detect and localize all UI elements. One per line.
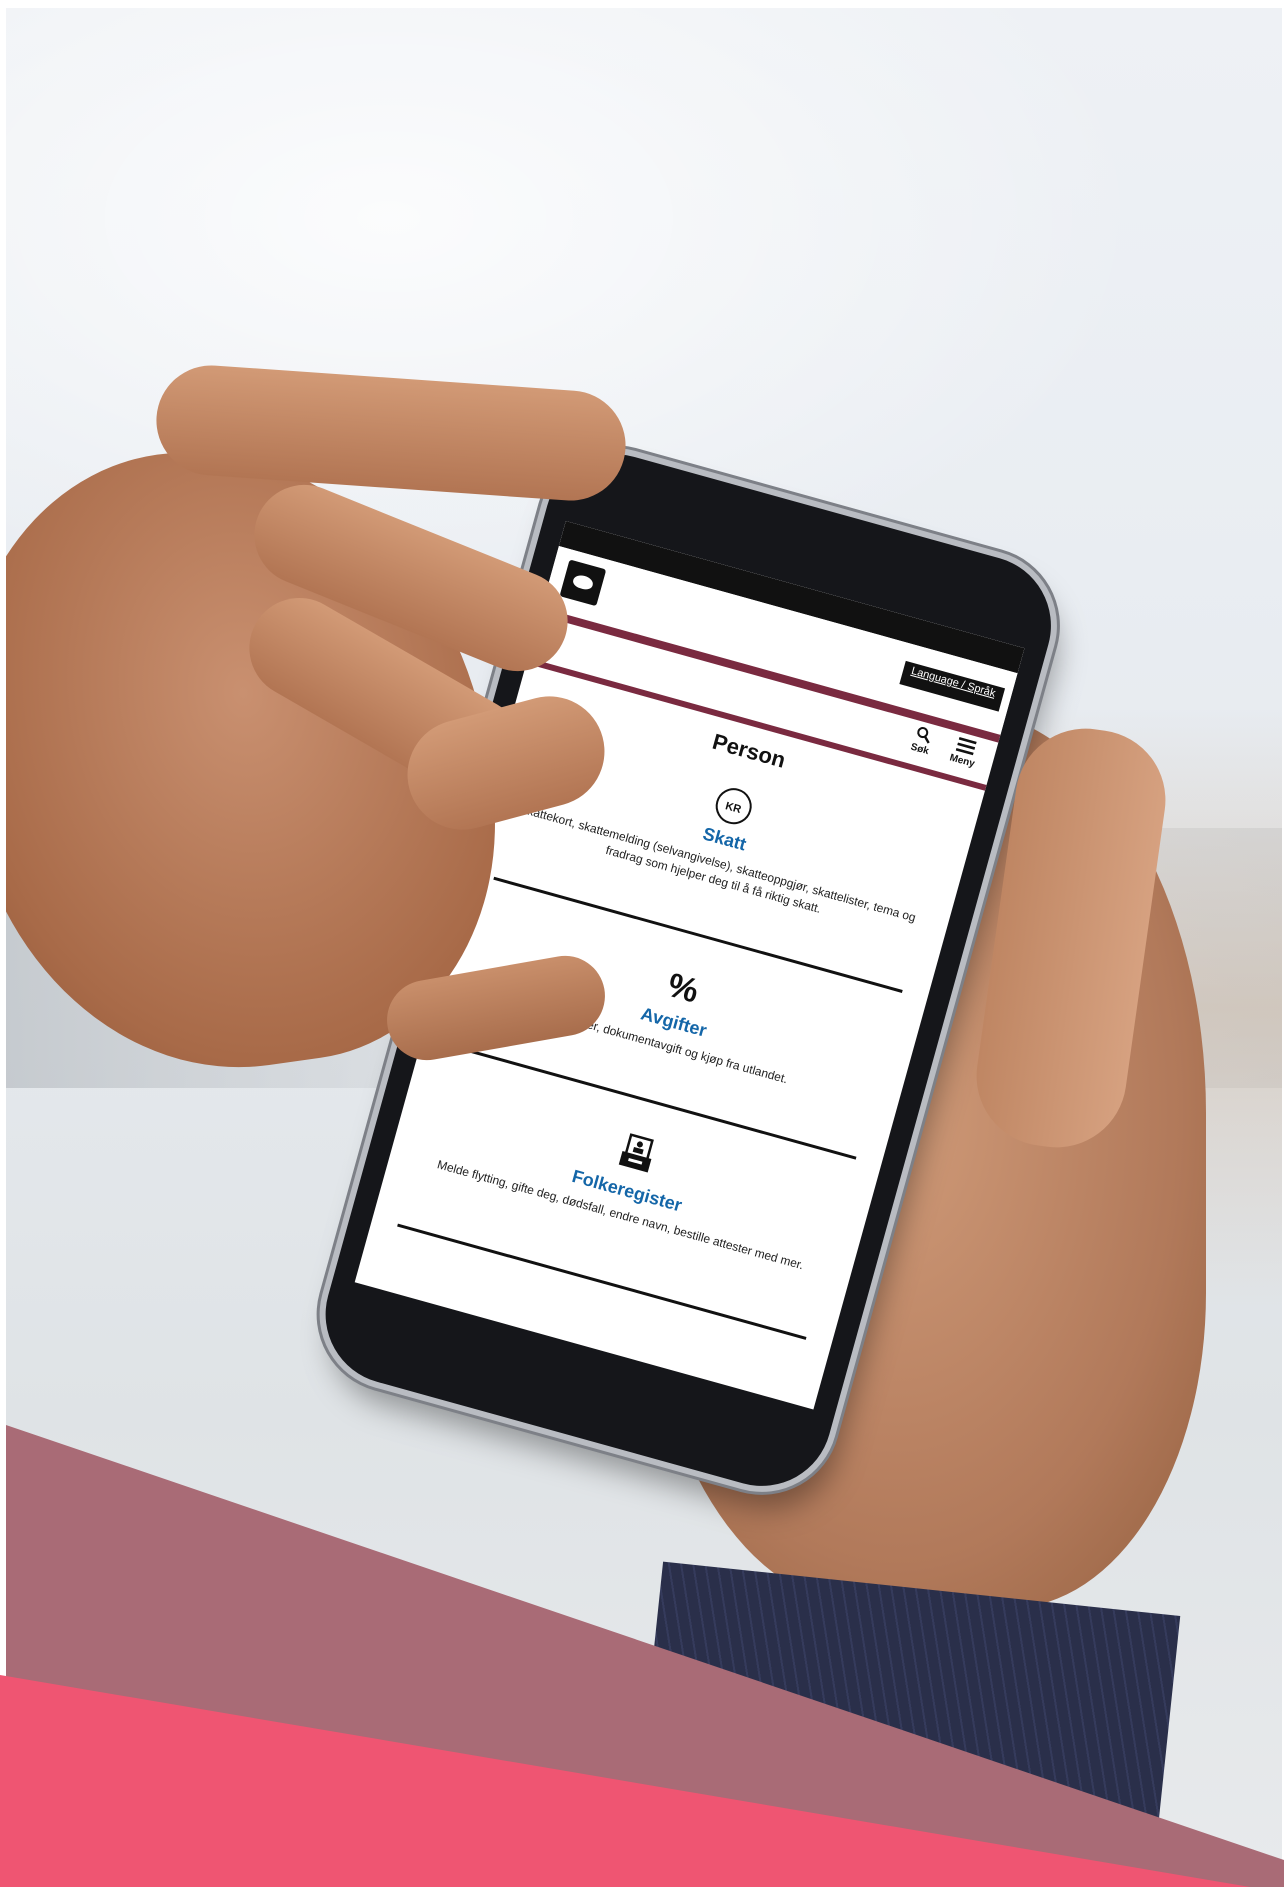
shirt-sleeve [631, 1561, 1181, 1887]
hamburger-icon [955, 737, 977, 756]
search-label: Søk [909, 741, 930, 758]
search-icon [917, 727, 930, 744]
logo-mark-icon [571, 573, 595, 592]
registry-icon [618, 1133, 654, 1173]
card-folkeregister[interactable]: Folkeregister Melde flytting, gifte deg,… [389, 1072, 872, 1287]
photo-background: Language / Språk Søk Meny Person KR Skat… [6, 8, 1282, 1887]
search-button[interactable]: Søk [901, 722, 943, 760]
kr-icon: KR [711, 784, 756, 829]
card-description: Melde flytting, gifte deg, dødsfall, end… [435, 1157, 806, 1273]
site-logo[interactable] [559, 559, 607, 607]
menu-button[interactable]: Meny [943, 734, 985, 772]
